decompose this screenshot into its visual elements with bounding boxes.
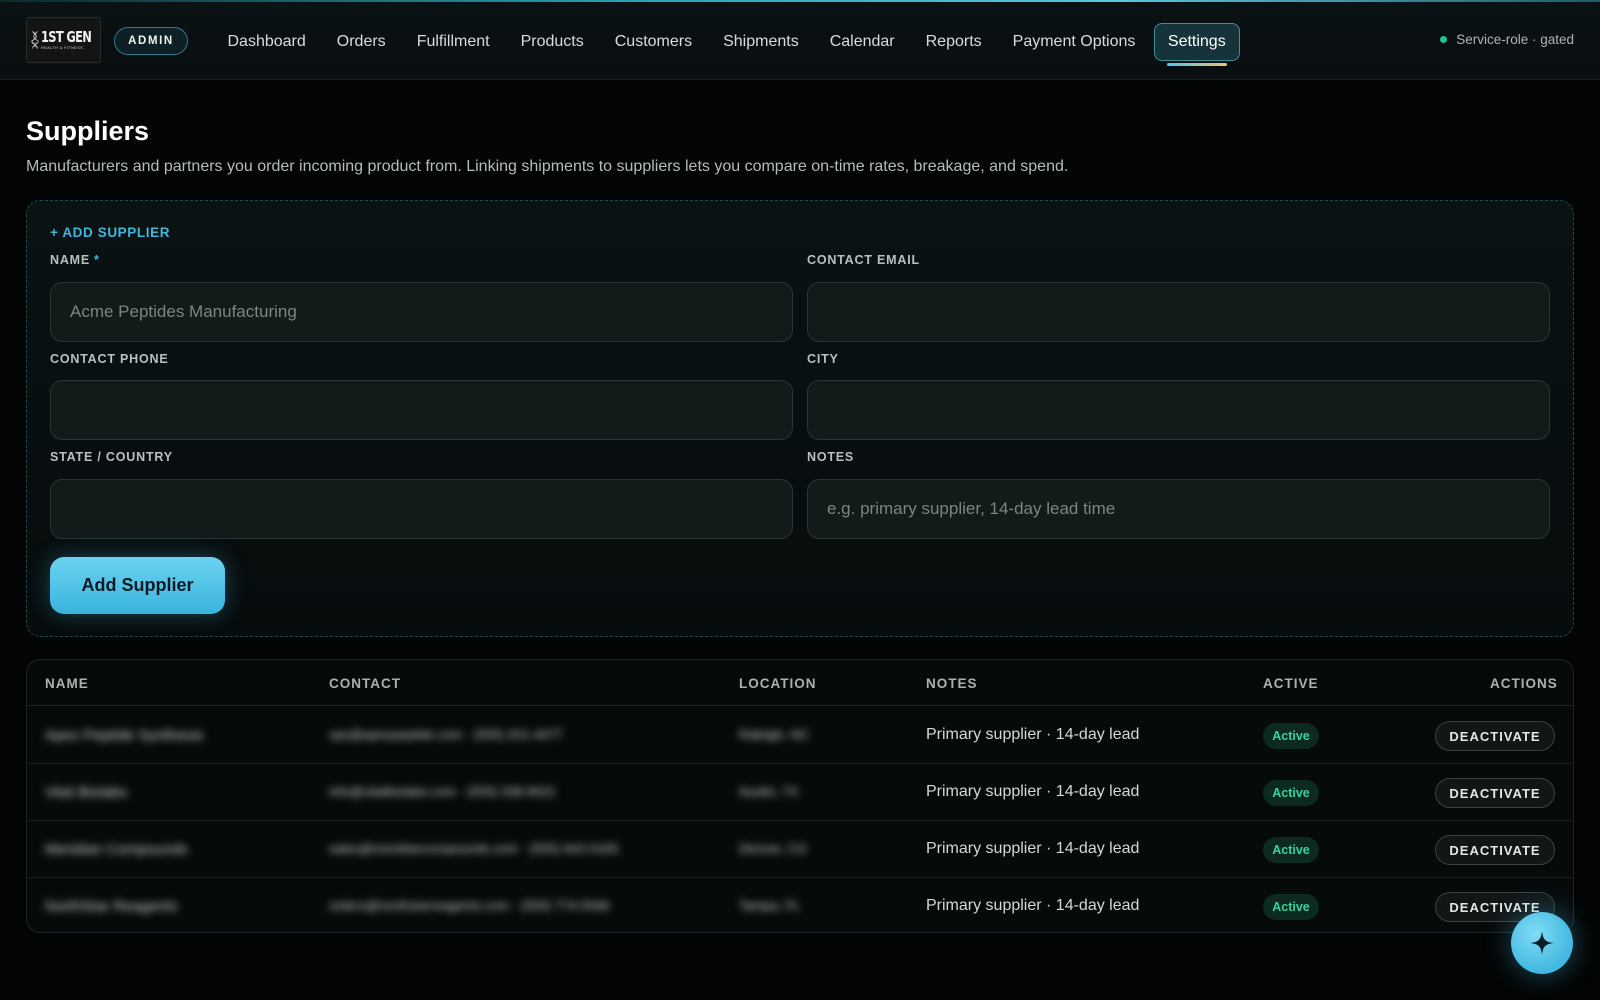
status-badge: Active: [1263, 837, 1319, 863]
nav-reports[interactable]: Reports: [910, 23, 997, 61]
column-header-actions: ACTIONS: [1490, 676, 1558, 691]
supplier-location: Tampa, FL: [739, 898, 801, 913]
supplier-name: NorthStar Reagents: [45, 898, 178, 915]
contact-phone-label: CONTACT PHONE: [50, 352, 169, 366]
city-input[interactable]: [807, 380, 1550, 440]
page-description: Manufacturers and partners you order inc…: [26, 158, 1069, 175]
column-header-active: ACTIVE: [1263, 676, 1319, 691]
supplier-notes: Primary supplier · 14-day lead: [926, 726, 1140, 743]
supplier-notes: Primary supplier · 14-day lead: [926, 840, 1140, 857]
name-label: NAME *: [50, 253, 100, 267]
state-country-input[interactable]: [50, 479, 793, 539]
nav-payment-options[interactable]: Payment Options: [997, 23, 1151, 61]
top-navbar: 1ST GEN HEALTH & FITNESS ADMIN Dashboard…: [0, 2, 1600, 80]
nav-orders[interactable]: Orders: [321, 23, 401, 61]
notes-input[interactable]: [807, 479, 1550, 539]
supplier-location: Austin, TX: [739, 784, 799, 799]
contact-phone-input[interactable]: [50, 380, 793, 440]
supplier-contact: sales@meridiancompounds.com · (555) 642-…: [329, 841, 619, 856]
deactivate-button[interactable]: DEACTIVATE: [1435, 835, 1555, 865]
suppliers-table: NAME CONTACT LOCATION NOTES ACTIVE ACTIO…: [26, 659, 1574, 933]
deactivate-button[interactable]: DEACTIVATE: [1435, 778, 1555, 808]
table-row: Vital Biolabs info@vitalbiolabs.com · (5…: [27, 764, 1573, 821]
state-country-label: STATE / COUNTRY: [50, 450, 173, 464]
sparkle-icon: [1530, 931, 1554, 955]
column-header-contact: CONTACT: [329, 676, 401, 691]
supplier-name: Apex Peptide Synthesis: [45, 727, 204, 744]
status-badge: Active: [1263, 723, 1319, 749]
status-badge: Active: [1263, 780, 1319, 806]
table-row: Apex Peptide Synthesis ops@apexpeptide.c…: [27, 707, 1573, 764]
logo-wordmark: 1ST GEN: [41, 28, 92, 46]
nav-settings[interactable]: Settings: [1153, 23, 1240, 66]
supplier-contact: ops@apexpeptide.com · (555) 201-4477: [329, 727, 563, 742]
nav-customers[interactable]: Customers: [599, 23, 707, 61]
city-label: CITY: [807, 352, 839, 366]
supplier-notes: Primary supplier · 14-day lead: [926, 897, 1140, 914]
nav-dashboard[interactable]: Dashboard: [212, 23, 321, 61]
column-header-notes: NOTES: [926, 676, 978, 691]
nav-shipments[interactable]: Shipments: [708, 23, 815, 61]
add-supplier-heading: + ADD SUPPLIER: [50, 225, 171, 240]
admin-badge: ADMIN: [114, 27, 188, 55]
table-row: NorthStar Reagents orders@northstarreage…: [27, 878, 1573, 932]
notes-label: NOTES: [807, 450, 855, 464]
service-status-text: Service-role · gated: [1456, 32, 1574, 47]
supplier-location: Denver, CO: [739, 841, 807, 856]
column-header-location: LOCATION: [739, 676, 817, 691]
status-dot-icon: [1440, 36, 1448, 43]
supplier-location: Raleigh, NC: [739, 727, 810, 742]
supplier-name-input[interactable]: [50, 282, 793, 342]
nav-calendar[interactable]: Calendar: [814, 23, 910, 61]
brand-logo[interactable]: 1ST GEN HEALTH & FITNESS: [26, 17, 101, 63]
nav-fulfillment[interactable]: Fulfillment: [401, 23, 505, 61]
status-badge: Active: [1263, 894, 1319, 920]
supplier-name: Meridian Compounds: [45, 841, 188, 858]
table-header: NAME CONTACT LOCATION NOTES ACTIVE ACTIO…: [27, 660, 1573, 706]
supplier-notes: Primary supplier · 14-day lead: [926, 783, 1140, 800]
service-status: Service-role · gated: [1440, 32, 1574, 47]
contact-email-label: CONTACT EMAIL: [807, 253, 920, 267]
supplier-contact: orders@northstarreagents.com · (555) 774…: [329, 898, 610, 913]
contact-email-input[interactable]: [807, 282, 1550, 342]
assistant-fab-button[interactable]: [1511, 912, 1573, 974]
add-supplier-button[interactable]: Add Supplier: [50, 557, 225, 614]
dna-helix-icon: [31, 31, 39, 49]
required-mark: *: [94, 253, 100, 267]
table-row: Meridian Compounds sales@meridiancompoun…: [27, 821, 1573, 878]
deactivate-button[interactable]: DEACTIVATE: [1435, 721, 1555, 751]
add-supplier-form: + ADD SUPPLIER NAME* CONTACT EMAIL CONTA…: [26, 200, 1574, 637]
main-nav: Dashboard Orders Fulfillment Products Cu…: [212, 22, 1240, 66]
page-title: Suppliers: [26, 116, 150, 146]
column-header-name: NAME: [45, 676, 89, 691]
supplier-contact: info@vitalbiolabs.com · (555) 338-9021: [329, 784, 557, 799]
nav-products[interactable]: Products: [505, 23, 599, 61]
supplier-name: Vital Biolabs: [45, 784, 128, 801]
